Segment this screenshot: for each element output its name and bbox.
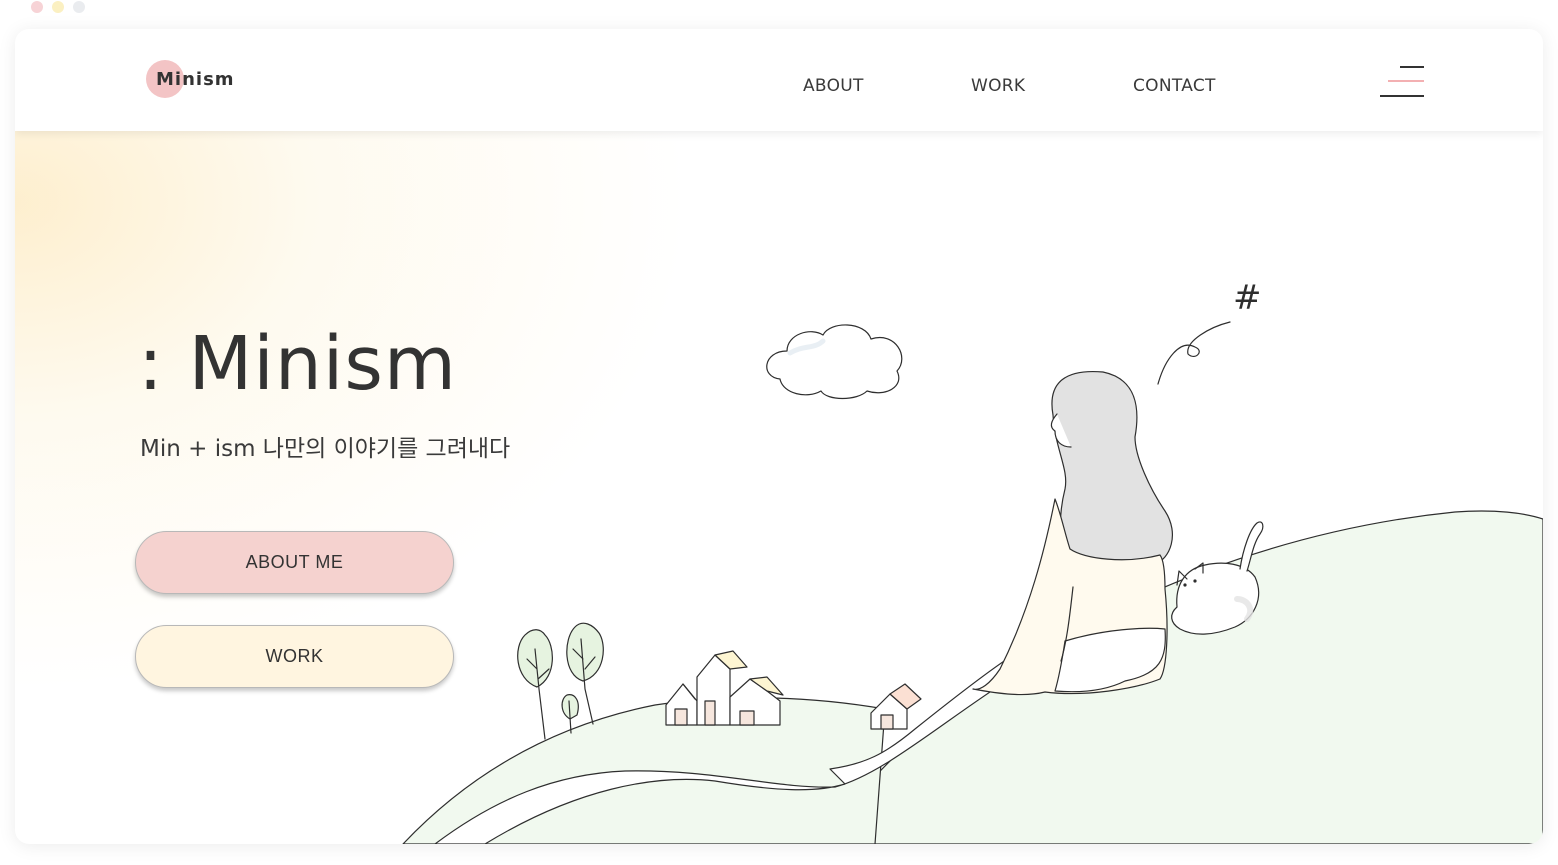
cat-eye	[1193, 579, 1197, 583]
hamburger-icon[interactable]	[1377, 65, 1427, 99]
right-hill	[814, 510, 1543, 844]
about-me-button[interactable]: ABOUT ME	[135, 531, 454, 594]
window-controls	[31, 1, 85, 13]
menu-line	[1400, 66, 1424, 68]
hero-title: : Minism	[138, 321, 457, 407]
close-dot-icon[interactable]	[31, 1, 43, 13]
site-header: Minism ABOUT WORK CONTACT	[15, 29, 1543, 131]
nav-work[interactable]: WORK	[971, 76, 1025, 96]
tree-right	[566, 622, 604, 682]
girl-hair	[1051, 370, 1174, 569]
squiggle-line	[1157, 321, 1231, 385]
hash-icon: #	[1233, 278, 1262, 318]
page-card: Minism ABOUT WORK CONTACT #: Minism Min…	[15, 29, 1543, 844]
nav-contact[interactable]: CONTACT	[1133, 76, 1216, 96]
house-window	[674, 708, 688, 726]
minimize-dot-icon[interactable]	[52, 1, 64, 13]
cat-eye	[1183, 583, 1187, 587]
house-window	[739, 710, 755, 726]
tree-left	[517, 629, 553, 688]
nav-about[interactable]: ABOUT	[803, 76, 864, 96]
house-door	[704, 700, 716, 726]
work-button[interactable]: WORK	[135, 625, 454, 688]
maximize-dot-icon[interactable]	[73, 1, 85, 13]
hero-subtitle: Min + ism 나만의 이야기를 그려내다	[140, 436, 511, 462]
house-lonely-window	[880, 714, 894, 730]
cloud	[766, 324, 903, 400]
menu-line	[1388, 80, 1424, 82]
logo-text: Minism	[156, 69, 235, 90]
menu-line	[1380, 95, 1424, 97]
